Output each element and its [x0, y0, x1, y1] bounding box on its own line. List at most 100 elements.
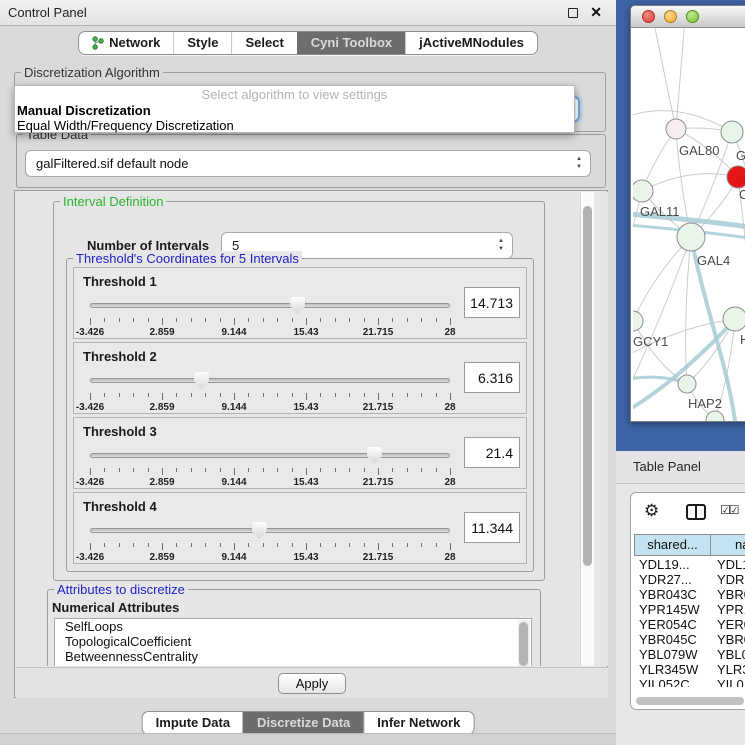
tab-cyni-toolbox[interactable]: Cyni Toolbox: [297, 32, 405, 54]
cell-name[interactable]: YBL0: [713, 647, 745, 662]
column-layout-icon[interactable]: [686, 504, 706, 520]
network-node[interactable]: [633, 311, 643, 331]
network-window-titlebar: [631, 6, 745, 28]
tab-style[interactable]: Style: [173, 32, 231, 54]
list-item[interactable]: TopologicalCoefficient: [55, 634, 531, 649]
cell-name[interactable]: YER0: [713, 617, 745, 632]
slider-thumb[interactable]: [290, 297, 305, 314]
cell-name[interactable]: YIL0: [713, 677, 744, 687]
threshold-1-value-field[interactable]: [464, 287, 520, 318]
cell-shared-name[interactable]: YBL079W: [634, 647, 713, 662]
list-item[interactable]: SelfLoops: [55, 619, 531, 634]
table-data-combobox[interactable]: galFiltered.sif default node ▲▼: [25, 150, 591, 177]
slider-tick: [248, 543, 249, 547]
slider-tick: [335, 468, 336, 472]
tab-select[interactable]: Select: [231, 32, 296, 54]
slider-tick: [205, 393, 206, 397]
numerical-attributes-list: SelfLoops TopologicalCoefficient Between…: [54, 618, 532, 666]
table-row[interactable]: YBR045CYBR0: [634, 632, 745, 647]
cell-name[interactable]: YDR2: [713, 572, 745, 587]
slider-tick-label: 21.715: [356, 477, 400, 488]
slider-tick-label: 9.144: [212, 477, 256, 488]
table-row[interactable]: YDL19...YDL1: [634, 557, 745, 572]
cell-shared-name[interactable]: YBR045C: [634, 632, 713, 647]
network-node[interactable]: [727, 166, 745, 188]
slider-tick: [306, 318, 307, 325]
column-header-name[interactable]: na: [711, 534, 745, 556]
network-node[interactable]: [721, 121, 743, 143]
table-row[interactable]: YER054CYER0: [634, 617, 745, 632]
cell-name[interactable]: YLR3: [713, 662, 745, 677]
cell-shared-name[interactable]: YIL052C: [634, 677, 713, 687]
minimize-traffic-light-icon[interactable]: [664, 10, 677, 23]
network-node[interactable]: [706, 411, 724, 421]
cell-shared-name[interactable]: YER054C: [634, 617, 713, 632]
table-row[interactable]: YPR145WYPR1: [634, 602, 745, 617]
network-node[interactable]: [633, 180, 653, 202]
cell-name[interactable]: YBR0: [713, 632, 745, 647]
threshold-1-slider[interactable]: -3.4262.8599.14415.4321.71528: [88, 294, 456, 338]
table-row[interactable]: YBR043CYBR0: [634, 587, 745, 602]
algorithm-option-manual[interactable]: Manual Discretization: [15, 103, 574, 118]
slider-tick: [407, 393, 408, 397]
network-node[interactable]: [666, 119, 686, 139]
table-row[interactable]: YIL052CYIL0: [634, 677, 745, 687]
network-node[interactable]: [678, 375, 696, 393]
table-horizontal-scrollbar[interactable]: [634, 697, 745, 705]
threshold-4-slider[interactable]: -3.4262.8599.14415.4321.71528: [88, 519, 456, 563]
panel-scrollbar[interactable]: [580, 192, 594, 666]
tab-impute-data[interactable]: Impute Data: [143, 712, 243, 734]
threshold-3-slider[interactable]: -3.4262.8599.14415.4321.71528: [88, 444, 456, 488]
threshold-2-slider[interactable]: -3.4262.8599.14415.4321.71528: [88, 369, 456, 413]
panel-scrollbar-thumb[interactable]: [583, 206, 592, 566]
gear-icon[interactable]: ⚙: [644, 501, 659, 521]
slider-tick: [421, 468, 422, 472]
apply-button[interactable]: Apply: [278, 673, 346, 694]
slider-tick: [234, 468, 235, 475]
close-icon[interactable]: ✕: [590, 4, 602, 21]
slider-track[interactable]: [90, 453, 450, 458]
table-row[interactable]: YBL079WYBL0: [634, 647, 745, 662]
control-panel-title: Control Panel: [8, 0, 87, 25]
tab-network[interactable]: Network: [79, 32, 173, 54]
cell-shared-name[interactable]: YBR043C: [634, 587, 713, 602]
slider-thumb[interactable]: [367, 447, 382, 464]
cell-name[interactable]: YPR1: [713, 602, 745, 617]
tab-jactivemnodules[interactable]: jActiveMNodules: [405, 32, 537, 54]
zoom-traffic-light-icon[interactable]: [686, 10, 699, 23]
list-scrollbar[interactable]: [518, 620, 530, 666]
cell-shared-name[interactable]: YDR27...: [634, 572, 713, 587]
table-row[interactable]: YDR27...YDR2: [634, 572, 745, 587]
network-canvas[interactable]: GAL80GACGAL11GAL4GCY1HHAP2: [633, 28, 745, 421]
slider-thumb[interactable]: [252, 522, 267, 539]
slider-track[interactable]: [90, 528, 450, 533]
threshold-4-value-field[interactable]: [464, 512, 520, 543]
table-panel-title: Table Panel: [633, 451, 701, 483]
column-header-shared-name[interactable]: shared...: [634, 534, 711, 556]
slider-tick: [450, 468, 451, 475]
cell-shared-name[interactable]: YPR145W: [634, 602, 713, 617]
table-rows: YDL19...YDL1YDR27...YDR2YBR043CYBR0YPR14…: [634, 557, 745, 687]
tab-discretize-data[interactable]: Discretize Data: [243, 712, 363, 734]
tab-infer-network[interactable]: Infer Network: [363, 712, 473, 734]
table-row[interactable]: YLR345WYLR3: [634, 662, 745, 677]
cell-name[interactable]: YBR0: [713, 587, 745, 602]
slider-thumb[interactable]: [194, 372, 209, 389]
list-item[interactable]: BetweennessCentrality: [55, 649, 531, 664]
slider-tick: [292, 543, 293, 547]
slider-track[interactable]: [90, 303, 450, 308]
cell-name[interactable]: YDL1: [713, 557, 745, 572]
threshold-2-value-field[interactable]: [464, 362, 520, 393]
close-traffic-light-icon[interactable]: [642, 10, 655, 23]
slider-tick: [306, 543, 307, 550]
select-columns-icon[interactable]: ☑☑: [720, 503, 738, 517]
slider-track[interactable]: [90, 378, 450, 383]
network-node[interactable]: [723, 307, 745, 331]
algorithm-option-equal-width[interactable]: Equal Width/Frequency Discretization: [15, 118, 574, 133]
threshold-3-value-field[interactable]: [464, 437, 520, 468]
network-node[interactable]: [677, 223, 705, 251]
float-window-icon[interactable]: [568, 8, 578, 18]
network-edge: [653, 28, 676, 129]
cell-shared-name[interactable]: YLR345W: [634, 662, 713, 677]
cell-shared-name[interactable]: YDL19...: [634, 557, 713, 572]
